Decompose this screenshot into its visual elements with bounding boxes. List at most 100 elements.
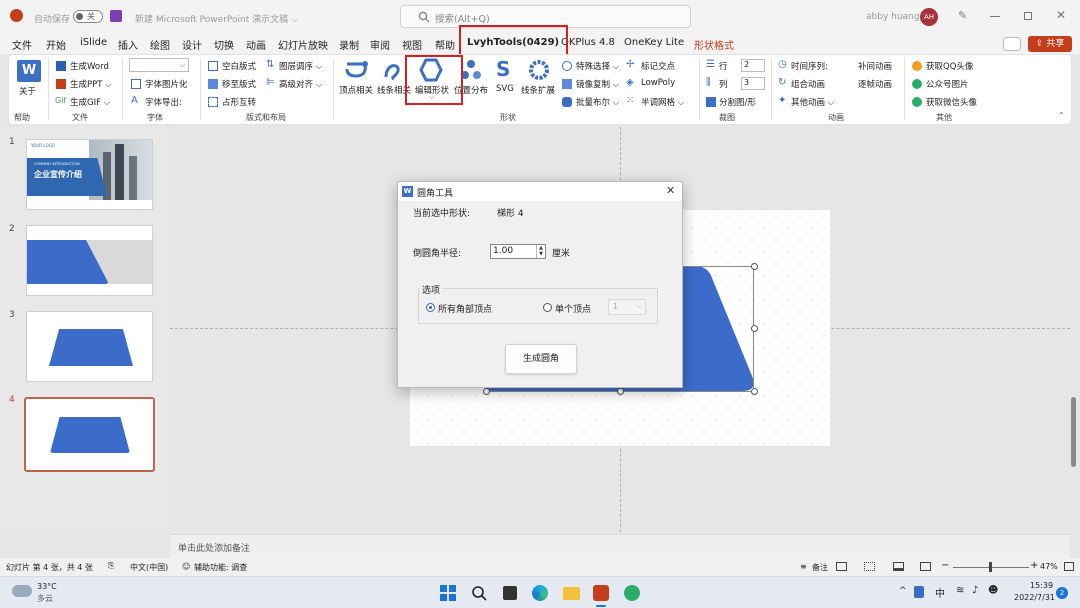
close-icon[interactable]: ✕ bbox=[1056, 8, 1066, 22]
single-vertex-select[interactable]: 1 ⌵ bbox=[608, 299, 646, 315]
tab-animations[interactable]: 动画 bbox=[246, 37, 266, 52]
tween-animation-button[interactable]: 补间动画 bbox=[858, 60, 892, 72]
powerpoint-taskbar-icon[interactable] bbox=[593, 585, 609, 601]
generate-gif-button[interactable]: 生成GIF ⌵ bbox=[70, 96, 110, 108]
save-icon[interactable] bbox=[110, 10, 122, 22]
batch-boolean-button[interactable]: 批量布尔 ⌵ bbox=[576, 96, 619, 108]
resize-handle[interactable] bbox=[617, 388, 624, 395]
mark-intersection-button[interactable]: 标记交点 bbox=[641, 60, 675, 72]
notes-pane[interactable]: 单击此处添加备注 bbox=[170, 534, 1070, 558]
comments-icon[interactable] bbox=[1003, 37, 1021, 51]
tray-expand-icon[interactable]: ^ bbox=[899, 586, 907, 596]
tab-onekey-lite[interactable]: OneKey Lite bbox=[624, 37, 684, 48]
get-qq-avatar-button[interactable]: 获取QQ头像 bbox=[926, 60, 973, 72]
lowpoly-button[interactable]: LowPoly bbox=[641, 78, 675, 88]
normal-view-icon[interactable] bbox=[836, 562, 847, 571]
halftone-grid-button[interactable]: 半调网格 ⌵ bbox=[641, 96, 684, 108]
font-export-button[interactable]: 字体导出: bbox=[145, 96, 182, 108]
special-select-button[interactable]: 特殊选择 ⌵ bbox=[576, 60, 619, 72]
tab-review[interactable]: 审阅 bbox=[370, 37, 390, 52]
combo-animation-button[interactable]: 组合动画 bbox=[791, 78, 825, 90]
radius-input[interactable]: 1.00 ▲ ▼ bbox=[490, 244, 546, 259]
wechat-article-image-button[interactable]: 公众号图片 bbox=[926, 78, 969, 90]
accessibility-status[interactable]: 辅助功能: 调查 bbox=[194, 562, 247, 573]
slide-thumbnail-2[interactable] bbox=[26, 225, 153, 296]
defender-icon[interactable] bbox=[914, 586, 924, 598]
time-sequence-button[interactable]: 时间序列: bbox=[791, 60, 828, 72]
task-view-icon[interactable] bbox=[503, 586, 517, 600]
restore-icon[interactable] bbox=[1024, 12, 1032, 20]
weather-temperature[interactable]: 33°C bbox=[37, 582, 57, 591]
notes-toggle[interactable]: 备注 bbox=[812, 562, 828, 573]
line-expand-button[interactable]: 线条扩展 bbox=[521, 84, 555, 96]
share-button[interactable]: ⇪ 共享 bbox=[1028, 36, 1072, 52]
wechat-taskbar-icon[interactable] bbox=[624, 585, 640, 601]
blank-layout-button[interactable]: 空白版式 bbox=[222, 60, 256, 72]
tray-app-icon[interactable]: ☻ bbox=[988, 585, 998, 596]
reading-view-icon[interactable] bbox=[893, 562, 904, 571]
tab-design[interactable]: 设计 bbox=[182, 37, 202, 52]
split-button[interactable]: 分割图/形 bbox=[719, 96, 756, 108]
slide-thumbnail-3[interactable] bbox=[26, 311, 153, 382]
spinner-arrows[interactable]: ▲ ▼ bbox=[536, 245, 545, 258]
avatar[interactable]: AH bbox=[920, 8, 938, 26]
generate-word-button[interactable]: 生成Word bbox=[70, 60, 109, 72]
mirror-copy-button[interactable]: 镜像复制 ⌵ bbox=[576, 78, 619, 90]
zoom-slider-thumb[interactable] bbox=[989, 562, 992, 572]
edge-browser-icon[interactable] bbox=[532, 585, 548, 601]
font-select[interactable]: ⌵ bbox=[129, 58, 189, 72]
taskbar-search-icon[interactable] bbox=[471, 585, 487, 601]
user-name[interactable]: abby huang bbox=[866, 12, 919, 22]
vertical-scrollbar[interactable] bbox=[1071, 397, 1076, 467]
generate-round-corner-button[interactable]: 生成圆角 bbox=[505, 344, 577, 374]
about-button[interactable]: 关于 bbox=[19, 85, 36, 97]
tab-record[interactable]: 录制 bbox=[339, 37, 359, 52]
slide-thumbnail-1[interactable]: YOUR LOGO COMPANY INTRODUCTION 企业宣传介绍 bbox=[26, 139, 153, 210]
tab-help[interactable]: 帮助 bbox=[435, 37, 455, 52]
fit-to-window-icon[interactable] bbox=[1064, 562, 1074, 571]
cols-spinner[interactable]: 3 bbox=[741, 77, 765, 90]
tab-slideshow[interactable]: 幻灯片放映 bbox=[278, 37, 328, 52]
tab-islide[interactable]: iSlide bbox=[80, 37, 107, 48]
layer-order-button[interactable]: 图层调序 ⌵ bbox=[279, 60, 322, 72]
notification-badge[interactable]: 2 bbox=[1056, 587, 1068, 599]
language-status[interactable]: 中文(中国) bbox=[130, 562, 168, 573]
svg-button[interactable]: SVG bbox=[496, 84, 514, 94]
resize-handle[interactable] bbox=[751, 388, 758, 395]
frame-animation-button[interactable]: 逐帧动画 bbox=[858, 78, 892, 90]
weather-condition[interactable]: 多云 bbox=[37, 593, 53, 604]
move-to-layout-button[interactable]: 移至版式 bbox=[222, 78, 256, 90]
rows-spinner[interactable]: 2 bbox=[741, 59, 765, 72]
slide-thumbnail-4-selected[interactable] bbox=[24, 397, 155, 472]
wifi-icon[interactable]: ≋ bbox=[956, 585, 964, 596]
radio-all-vertices-label[interactable]: 所有角部顶点 bbox=[438, 302, 492, 315]
collapse-ribbon-icon[interactable]: ⌃ bbox=[1058, 111, 1065, 120]
clock-date[interactable]: 2022/7/31 bbox=[1014, 593, 1055, 602]
spellcheck-icon[interactable]: ⎘ bbox=[108, 561, 114, 571]
minimize-icon[interactable] bbox=[990, 16, 1000, 17]
file-explorer-icon[interactable] bbox=[563, 587, 580, 600]
windows-start-icon[interactable] bbox=[440, 585, 456, 601]
tab-draw[interactable]: 绘图 bbox=[150, 37, 170, 52]
zoom-level[interactable]: 47% bbox=[1040, 562, 1058, 571]
clock-time[interactable]: 15:39 bbox=[1030, 581, 1053, 590]
generate-ppt-button[interactable]: 生成PPT ⌵ bbox=[70, 78, 112, 90]
volume-icon[interactable]: ♪ bbox=[972, 585, 978, 596]
radio-single-vertex-label[interactable]: 单个顶点 bbox=[555, 302, 591, 315]
ime-icon[interactable]: 中 bbox=[935, 585, 945, 600]
resize-handle[interactable] bbox=[483, 388, 490, 395]
tab-shape-format[interactable]: 形状格式 bbox=[694, 37, 734, 52]
tab-insert[interactable]: 插入 bbox=[118, 37, 138, 52]
radio-all-vertices[interactable] bbox=[426, 303, 435, 312]
placeholder-swap-button[interactable]: 占形互转 bbox=[222, 96, 256, 108]
font-to-image-button[interactable]: 字体图片化 bbox=[145, 78, 188, 90]
advanced-align-button[interactable]: 高级对齐 ⌵ bbox=[279, 78, 322, 90]
zoom-out-icon[interactable]: − bbox=[941, 560, 949, 571]
tab-home[interactable]: 开始 bbox=[46, 37, 66, 52]
autosave-toggle[interactable]: 关 bbox=[73, 10, 103, 23]
slideshow-icon[interactable] bbox=[920, 562, 931, 571]
resize-handle[interactable] bbox=[751, 325, 758, 332]
pen-icon[interactable]: ✎ bbox=[958, 9, 967, 22]
tab-file[interactable]: 文件 bbox=[12, 37, 32, 52]
radio-single-vertex[interactable] bbox=[543, 303, 552, 312]
